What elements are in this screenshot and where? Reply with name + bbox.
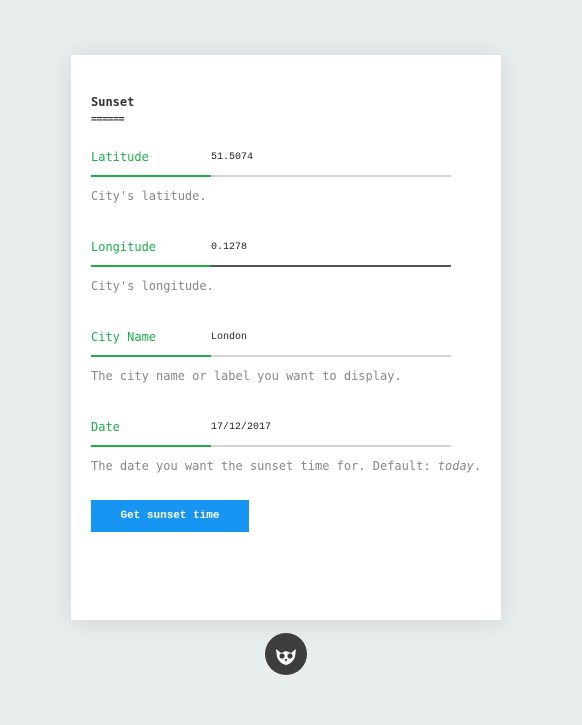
date-help-emphasis: today <box>437 459 474 473</box>
form-title-underline: ====== <box>91 114 125 125</box>
latitude-help: City's latitude. <box>91 189 207 203</box>
date-help-text: The date you want the sunset time for. D… <box>91 459 438 473</box>
date-help-suffix: . <box>473 459 482 473</box>
city-name-input[interactable] <box>211 327 447 347</box>
date-label: Date <box>91 420 120 434</box>
sunset-form-card: Sunset ====== Latitude City's latitude. … <box>71 55 501 620</box>
latitude-field: Latitude <box>91 145 451 177</box>
date-underline-accent <box>91 445 211 447</box>
date-help: The date you want the sunset time for. D… <box>91 458 481 474</box>
longitude-underline <box>91 265 451 267</box>
city-name-field: City Name <box>91 325 451 357</box>
latitude-underline <box>91 175 451 177</box>
longitude-help: City's longitude. <box>91 279 214 293</box>
owl-logo[interactable] <box>265 633 307 675</box>
city-name-label: City Name <box>91 330 157 344</box>
owl-icon <box>276 649 296 665</box>
longitude-field: Longitude <box>91 235 451 267</box>
city-name-underline <box>91 355 451 357</box>
latitude-input[interactable] <box>211 147 447 167</box>
date-underline <box>91 445 451 447</box>
longitude-input[interactable] <box>211 237 447 257</box>
city-name-underline-accent <box>91 355 211 357</box>
get-sunset-time-button[interactable]: Get sunset time <box>91 500 249 532</box>
date-input[interactable] <box>211 417 447 437</box>
form-title: Sunset <box>91 95 135 109</box>
latitude-underline-accent <box>91 175 211 177</box>
date-field: Date <box>91 415 451 447</box>
longitude-label: Longitude <box>91 240 157 254</box>
city-name-help: The city name or label you want to displ… <box>91 369 402 383</box>
longitude-underline-accent <box>91 265 211 267</box>
latitude-label: Latitude <box>91 150 149 164</box>
